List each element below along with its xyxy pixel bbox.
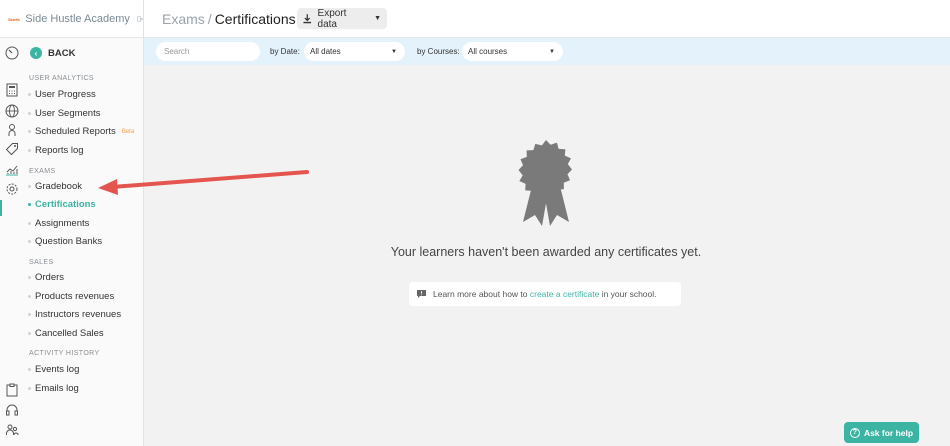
sidebar-item-label: Scheduled Reports [35,126,116,137]
empty-state-message: Your learners haven't been awarded any c… [390,245,702,259]
info-prefix: Learn more about how to [433,289,530,299]
sidebar-item-label: Assignments [35,218,90,229]
bullet [28,332,31,335]
brand-logo: SideHustle [8,16,20,22]
sidebar-nav: ‹ BACK USER ANALYTICS User Progress User… [24,38,143,446]
icon-rail [0,38,24,446]
sidebar-item-label: User Segments [35,108,101,119]
section-exams: EXAMS [29,168,56,175]
sidebar-item-certifications[interactable]: Certifications [28,199,96,210]
beta-badge: Beta [121,128,135,135]
sidebar-divider [143,0,144,446]
people-icon[interactable] [5,423,19,437]
bullet [28,93,31,96]
export-data-label: Export data [317,7,347,30]
back-button[interactable]: ‹ BACK [30,47,75,59]
sidebar-item-emails-log[interactable]: Emails log [28,383,79,394]
section-activity-history: ACTIVITY HISTORY [29,350,100,357]
user-icon[interactable] [5,123,19,137]
bullet [28,240,31,243]
sidebar-item-label: Events log [35,364,80,375]
sidebar-item-events-log[interactable]: Events log [28,364,79,375]
settings-icon[interactable] [5,182,19,196]
sidebar-item-products-revenues[interactable]: Products revenues [28,291,114,302]
certificate-badge-icon [518,140,572,226]
date-filter-value: All dates [310,47,341,56]
bullet [28,130,31,133]
sidebar-item-label: User Progress [35,89,96,100]
download-icon [303,13,312,23]
ask-for-help-button[interactable]: ? Ask for help [844,422,919,443]
section-sales: SALES [29,259,54,266]
chevron-down-icon: ▼ [549,48,555,55]
search-input[interactable] [156,42,260,61]
sidebar-item-label: Instructors revenues [35,309,122,320]
info-box: Learn more about how to create a certifi… [409,282,681,306]
clipboard-icon[interactable] [5,383,19,397]
info-suffix: in your school. [599,289,657,299]
create-certificate-link[interactable]: create a certificate [530,289,599,299]
breadcrumb-separator: / [207,11,212,27]
ask-for-help-label: Ask for help [863,427,914,438]
headset-icon[interactable] [5,403,19,417]
date-filter-select[interactable]: All dates ▼ [304,42,405,61]
chevron-down-icon: ▼ [374,15,381,22]
sidebar-item-cancelled-sales[interactable]: Cancelled Sales [28,328,104,339]
analytics-icon[interactable] [5,162,19,176]
courses-filter-label: by Courses: [417,47,460,56]
info-bubble-icon [417,290,426,298]
bullet [28,203,31,206]
sidebar-item-scheduled-reports[interactable]: Scheduled Reports Beta [28,126,134,137]
sidebar-item-user-progress[interactable]: User Progress [28,89,96,100]
sidebar-item-instructors-revenues[interactable]: Instructors revenues [28,309,121,320]
sidebar-item-gradebook[interactable]: Gradebook [28,181,82,192]
filter-bar: by Date: All dates ▼ by Courses: All cou… [144,38,950,65]
info-text: Learn more about how to create a certifi… [433,289,657,299]
bullet [28,222,31,225]
sidebar-item-label: Products revenues [35,291,115,302]
page-title: Certifications [214,11,296,27]
sidebar-item-label: Question Banks [35,236,103,247]
export-data-button[interactable]: Export data ▼ [297,7,387,30]
courses-filter-value: All courses [468,47,508,56]
globe-icon[interactable] [5,104,19,118]
tag-icon[interactable] [5,142,19,156]
question-icon: ? [849,427,860,438]
sidebar-item-label: Reports log [35,145,84,156]
section-user-analytics: USER ANALYTICS [29,75,94,82]
chevron-down-icon: ▼ [391,48,397,55]
sidebar-item-label: Certifications [35,199,96,210]
brand-name: Side Hustle Academy [25,13,130,25]
rail-active-indicator [0,200,2,216]
bullet [28,185,31,188]
sidebar-item-label: Gradebook [35,181,83,192]
courses-filter-select[interactable]: All courses ▼ [462,42,563,61]
bullet [28,149,31,152]
brand[interactable]: SideHustle Side Hustle Academy [8,0,143,38]
bullet [28,313,31,316]
sidebar-item-user-segments[interactable]: User Segments [28,108,100,119]
sidebar-item-assignments[interactable]: Assignments [28,218,89,229]
sidebar-item-label: Emails log [35,383,79,394]
back-arrow-icon: ‹ [30,47,42,59]
bullet [28,295,31,298]
bullet [28,368,31,371]
breadcrumb: Exams / Certifications [162,11,296,27]
sidebar-item-question-banks[interactable]: Question Banks [28,236,102,247]
bullet [28,276,31,279]
sidebar-item-reports-log[interactable]: Reports log [28,145,84,156]
date-filter-label: by Date: [270,47,300,56]
dashboard-icon[interactable] [5,46,19,60]
calculator-icon[interactable] [5,83,19,97]
sidebar-item-label: Orders [35,272,65,283]
breadcrumb-parent[interactable]: Exams [162,11,205,27]
sidebar-item-orders[interactable]: Orders [28,272,64,283]
bullet [28,387,31,390]
sidebar-item-label: Cancelled Sales [35,328,104,339]
bullet [28,112,31,115]
back-label: BACK [48,47,76,59]
